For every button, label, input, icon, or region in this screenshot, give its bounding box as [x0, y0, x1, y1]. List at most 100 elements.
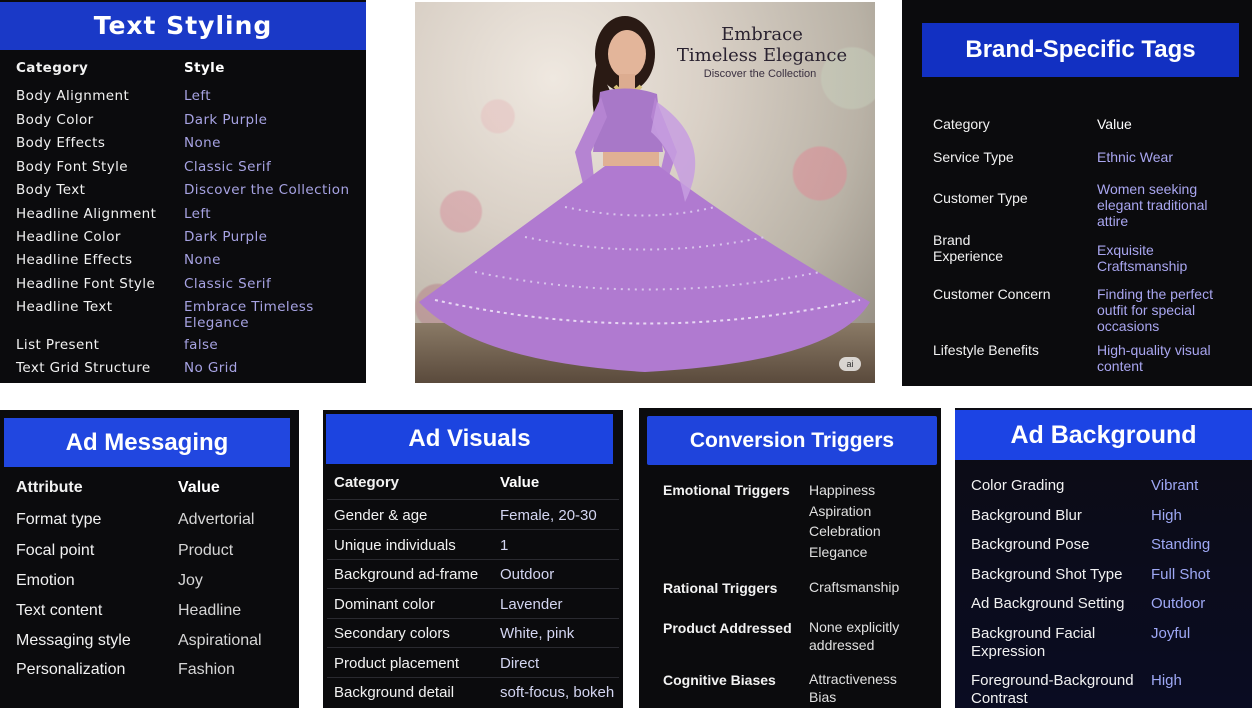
row-value: Craftsmanship	[809, 579, 900, 595]
row-key: Lifestyle Benefits	[933, 342, 1039, 358]
col-value-label: Value	[178, 479, 220, 496]
ad-background-title: Ad Background	[955, 410, 1252, 460]
row-divider	[327, 529, 619, 530]
ad-visuals-title: Ad Visuals	[326, 414, 613, 464]
col-category-label: Category	[933, 116, 990, 132]
row-key: Headline Color	[16, 229, 121, 245]
row-key: Emotional Triggers	[663, 482, 790, 498]
row-key: Unique individuals	[334, 537, 456, 554]
brand-tags-panel: Brand-Specific Tags Category Value Servi…	[902, 0, 1252, 386]
ad-background-panel: Ad Background Color Grading Vibrant Backg…	[955, 408, 1252, 708]
row-key: Background Facial Expression	[971, 625, 1096, 660]
row-value: High-quality visual content	[1097, 342, 1211, 374]
conversion-triggers-title: Conversion Triggers	[647, 416, 937, 465]
ad-subtext: Discover the Collection	[703, 68, 817, 80]
row-key: Background Pose	[971, 536, 1090, 553]
row-value: Vibrant	[1151, 477, 1199, 494]
row-value: Discover the Collection	[184, 182, 350, 198]
row-key: Dominant color	[334, 596, 435, 613]
row-value: No Grid	[184, 360, 238, 376]
row-key: Rational Triggers	[663, 580, 778, 596]
col-attribute-label: Attribute	[16, 479, 83, 496]
row-value: Joy	[178, 572, 203, 589]
row-value: Finding the perfect outfit for special o…	[1097, 286, 1213, 334]
row-value: soft-focus, bokeh	[500, 684, 615, 701]
ad-visuals-panel: Ad Visuals Category Value Gender & age Fe…	[323, 410, 623, 708]
ad-headline: Embrace Timeless Elegance	[676, 24, 848, 66]
row-value: Advertorial	[178, 511, 255, 528]
row-key: Personalization	[16, 661, 126, 678]
col-value-label: Value	[1097, 116, 1132, 132]
row-divider	[327, 647, 619, 648]
row-value: Direct	[500, 655, 540, 672]
row-key: Background Shot Type	[971, 566, 1123, 583]
row-key: Headline Text	[16, 299, 113, 315]
conversion-triggers-panel: Conversion Triggers Emotional Triggers Ha…	[639, 408, 941, 708]
ad-image: Embrace Timeless Elegance Discover the C…	[415, 2, 875, 383]
row-value: Outdoor	[500, 566, 555, 583]
text-styling-panel: Text Styling Category Style Body Alignme…	[0, 0, 366, 383]
row-key: Format type	[16, 511, 102, 528]
row-key: Service Type	[933, 149, 1014, 165]
row-key: Focal point	[16, 542, 95, 559]
row-key: Body Color	[16, 112, 94, 128]
row-value: Full Shot	[1151, 566, 1211, 583]
col-category-label: Category	[334, 474, 400, 491]
row-divider	[327, 588, 619, 589]
row-key: Text content	[16, 602, 103, 619]
ad-messaging-panel: Ad Messaging Attribute Value Format type…	[0, 410, 299, 708]
row-value: High	[1151, 507, 1182, 524]
row-key: Body Effects	[16, 135, 106, 151]
row-key: List Present	[16, 337, 100, 353]
col-style-label: Style	[184, 60, 225, 76]
row-key: Headline Alignment	[16, 206, 157, 222]
row-value: Female, 20-30	[500, 507, 597, 524]
text-styling-title: Text Styling	[0, 2, 366, 50]
row-key: Product Addressed	[663, 620, 792, 636]
row-key: Headline Font Style	[16, 276, 156, 292]
row-value: Left	[184, 88, 211, 104]
row-value: High	[1151, 672, 1182, 689]
row-value: Dark Purple	[184, 112, 268, 128]
row-value: Fashion	[178, 661, 235, 678]
row-key: Background detail	[334, 684, 455, 701]
row-value: White, pink	[500, 625, 575, 642]
brand-tags-title: Brand-Specific Tags	[922, 23, 1239, 77]
row-value: 1	[500, 537, 509, 554]
row-value: Attractiveness Bias	[809, 671, 897, 705]
row-key: Brand Experience	[933, 232, 1004, 264]
row-key: Text Grid Structure	[16, 360, 151, 376]
row-value: Product	[178, 542, 234, 559]
row-value: Lavender	[500, 596, 563, 613]
row-value: Exquisite Craftsmanship	[1097, 242, 1188, 274]
row-key: Body Alignment	[16, 88, 130, 104]
row-key: Secondary colors	[334, 625, 450, 642]
row-value: Outdoor	[1151, 595, 1206, 612]
row-value: Happiness Aspiration Celebration Eleganc…	[809, 482, 881, 560]
row-value: None	[184, 252, 221, 268]
row-value: Ethnic Wear	[1097, 149, 1173, 165]
row-value: Dark Purple	[184, 229, 268, 245]
row-key: Gender & age	[334, 507, 428, 524]
row-value: None	[184, 135, 221, 151]
ai-badge: ai	[839, 357, 861, 371]
row-key: Messaging style	[16, 632, 131, 649]
row-key: Product placement	[334, 655, 460, 672]
row-key: Ad Background Setting	[971, 595, 1125, 612]
row-key: Body Font Style	[16, 159, 128, 175]
col-value-label: Value	[500, 474, 540, 491]
row-value: Headline	[178, 602, 242, 619]
col-category-label: Category	[16, 60, 89, 76]
row-value: Classic Serif	[184, 159, 272, 175]
row-key: Cognitive Biases	[663, 672, 776, 688]
row-divider	[327, 499, 619, 500]
row-value: Aspirational	[178, 632, 262, 649]
row-value: Embrace Timeless Elegance	[184, 299, 314, 331]
row-key: Customer Concern	[933, 286, 1051, 302]
row-value: None explicitly addressed	[809, 619, 900, 653]
row-divider	[327, 618, 619, 619]
row-value: Left	[184, 206, 211, 222]
row-value: false	[184, 337, 219, 353]
row-key: Background ad-frame	[334, 566, 479, 583]
row-key: Color Grading	[971, 477, 1065, 494]
